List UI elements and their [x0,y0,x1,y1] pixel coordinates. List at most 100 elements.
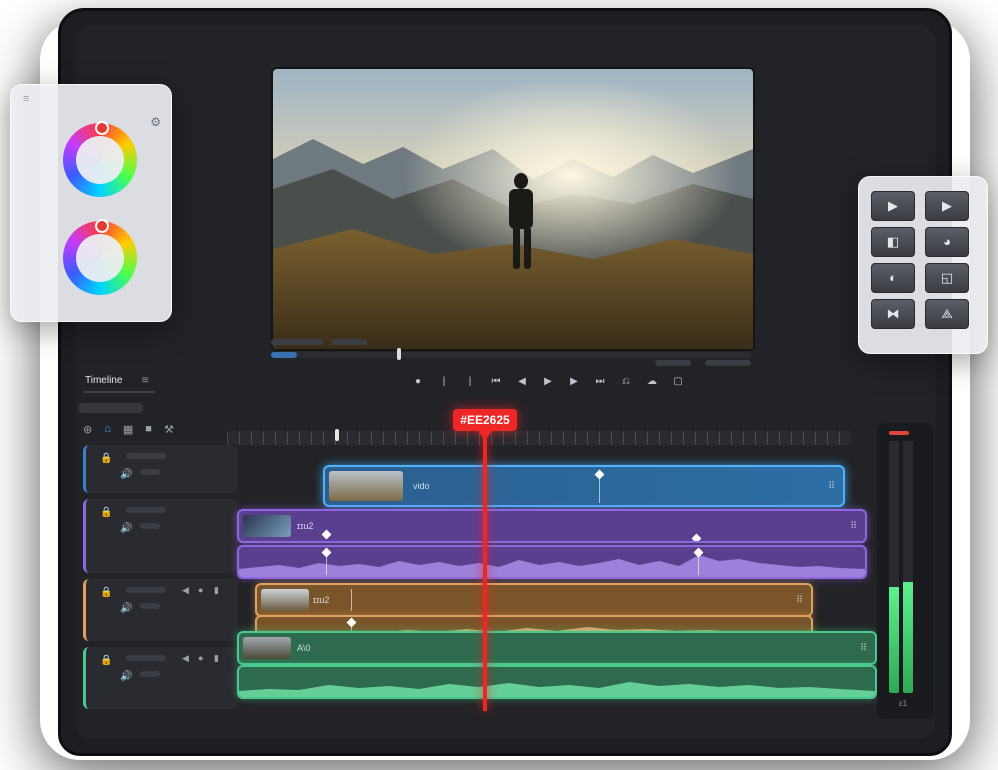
audio-waveform-clip-1[interactable] [237,665,877,699]
speaker-icon[interactable]: 🔊 [120,671,132,682]
clip-label: ɪɪu2 [297,521,314,531]
effect-wipe-button[interactable]: ◕ [925,227,969,257]
clip-thumbnail [329,471,403,501]
lock-icon[interactable]: 🔒 [100,587,112,598]
timeline-toolbar: ⊛ ⌂ ▦ ■ ⚒ [83,423,174,436]
meter-peak-indicator [889,431,909,435]
loop-button[interactable]: ⎌ [619,376,633,387]
mute-icon[interactable]: ◀ [182,585,189,596]
step-back-button[interactable]: ◀ [515,376,529,387]
record-button[interactable]: ● [411,376,425,387]
track-header-video-2[interactable]: 🔒 🔊 [83,499,238,573]
delete-icon[interactable]: ▮ [214,585,219,596]
keyframe-marker[interactable] [321,529,332,540]
clip-label: A\0 [297,643,311,653]
color-wheel-handle[interactable] [95,219,109,233]
video-viewer[interactable] [271,67,755,351]
menu-icon[interactable]: ≡ [23,93,29,105]
viewer-scrubber[interactable] [271,348,751,360]
clip-thumbnail [243,515,291,537]
effect-play-button[interactable]: ▶ [871,191,915,221]
viewer-volume-pill[interactable] [705,360,751,366]
cloud-icon[interactable]: ☁ [645,376,659,387]
video-clip-3[interactable]: ɪɪu2 ⠿ [255,583,813,617]
grip-icon[interactable]: ⠿ [860,643,867,654]
timeline-tab-label: Timeline [85,375,123,386]
keyframe-marker[interactable] [691,533,702,541]
mark-out-button[interactable]: | [463,376,477,387]
scrubber-handle[interactable] [397,348,401,360]
playhead-timecode-badge[interactable]: #EE2625 [453,409,517,431]
effect-triangle-button[interactable]: ⟁ [925,299,969,329]
lock-icon[interactable]: 🔒 [100,507,112,518]
grip-icon[interactable]: ⠿ [850,521,857,532]
track-header-audio-1[interactable]: 🔒 ◀ ● ▮ 🔊 [83,647,238,709]
clip-label: vido [413,481,430,491]
speaker-icon[interactable]: 🔊 [120,603,132,614]
go-to-start-button[interactable]: ⏮ [489,376,503,387]
track-name-pill [126,507,166,513]
speaker-icon[interactable]: 🔊 [120,469,132,480]
viewer-status-pill [271,339,323,345]
clip-thumbnail [243,637,291,659]
waveform [239,555,865,577]
effect-split-button[interactable]: ◧ [871,227,915,257]
track-name-pill [126,655,166,661]
viewer-zoom-pill[interactable] [331,339,367,345]
in-point-marker[interactable] [335,429,339,441]
playhead-line[interactable] [483,431,487,711]
effect-pip-button[interactable]: ◱ [925,263,969,293]
snap-tool-icon[interactable]: ⊛ [83,423,92,436]
gear-icon[interactable]: ⚙ [150,115,161,129]
color-wheel-lift[interactable] [63,121,137,197]
track-header-video-1[interactable]: 🔒 🔊 [83,445,238,493]
clip-label: ɪɪu2 [313,595,330,605]
select-tool-icon[interactable]: ⌂ [104,423,111,436]
track-volume-pill [140,469,160,475]
track-header-video-3[interactable]: 🔒 ◀ ● ▮ 🔊 [83,579,238,641]
grid-tool-icon[interactable]: ▦ [123,423,133,436]
step-forward-button[interactable]: ▶ [567,376,581,387]
timeline-tab-menu-icon[interactable]: ≋ [141,375,149,386]
timeline-search-input[interactable] [79,403,143,413]
mute-icon[interactable]: ◀ [182,653,189,664]
delete-icon[interactable]: ▮ [214,653,219,664]
mark-in-button[interactable]: | [437,376,451,387]
wrench-tool-icon[interactable]: ⚒ [164,423,174,436]
camera-tool-icon[interactable]: ■ [145,423,152,436]
go-to-end-button[interactable]: ⏭ [593,376,607,387]
video-clip-1[interactable]: vido ⠿ [323,465,845,507]
video-clip-2[interactable]: ɪɪu2 ⠿ [237,509,867,543]
keyframe-marker[interactable] [594,469,605,480]
audio-waveform-clip-2[interactable] [237,545,867,579]
meter-channel-left [889,441,899,693]
viewer-timecode-pill [655,360,691,366]
audio-clip-1[interactable]: A\0 ⠿ [237,631,877,665]
track-name-pill [126,587,166,593]
timeline-ruler[interactable] [227,429,851,445]
meter-channel-right [903,441,913,693]
grip-icon[interactable]: ⠿ [828,481,835,492]
effect-bowtie-button[interactable]: ⧓ [871,299,915,329]
lock-icon[interactable]: 🔒 [100,453,112,464]
grip-icon[interactable]: ⠿ [796,595,803,606]
effect-dissolve-button[interactable]: ◐ [871,263,915,293]
transport-controls: ● | | ⏮ ◀ ▶ ▶ ⏭ ⎌ ☁ ▢ [411,373,685,389]
tab-timeline[interactable]: Timeline ≋ [79,371,179,395]
safe-area-button[interactable]: ▢ [671,376,685,387]
play-button[interactable]: ▶ [541,376,555,387]
scrubber-fill [271,352,297,358]
solo-icon[interactable]: ● [198,653,203,663]
lock-icon[interactable]: 🔒 [100,655,112,666]
color-wheel-handle[interactable] [95,121,109,135]
color-wheel-gamma[interactable] [63,219,137,295]
color-wheels-panel: ≡ ⚙ [10,84,172,322]
clip-thumbnail [261,589,309,611]
viewer-frame-image [273,69,753,349]
track-volume-pill [140,671,160,677]
effect-play-small-button[interactable]: ▶ [925,191,969,221]
playhead-head[interactable] [478,431,492,440]
tab-underline [83,391,155,393]
solo-icon[interactable]: ● [198,585,203,595]
speaker-icon[interactable]: 🔊 [120,523,132,534]
